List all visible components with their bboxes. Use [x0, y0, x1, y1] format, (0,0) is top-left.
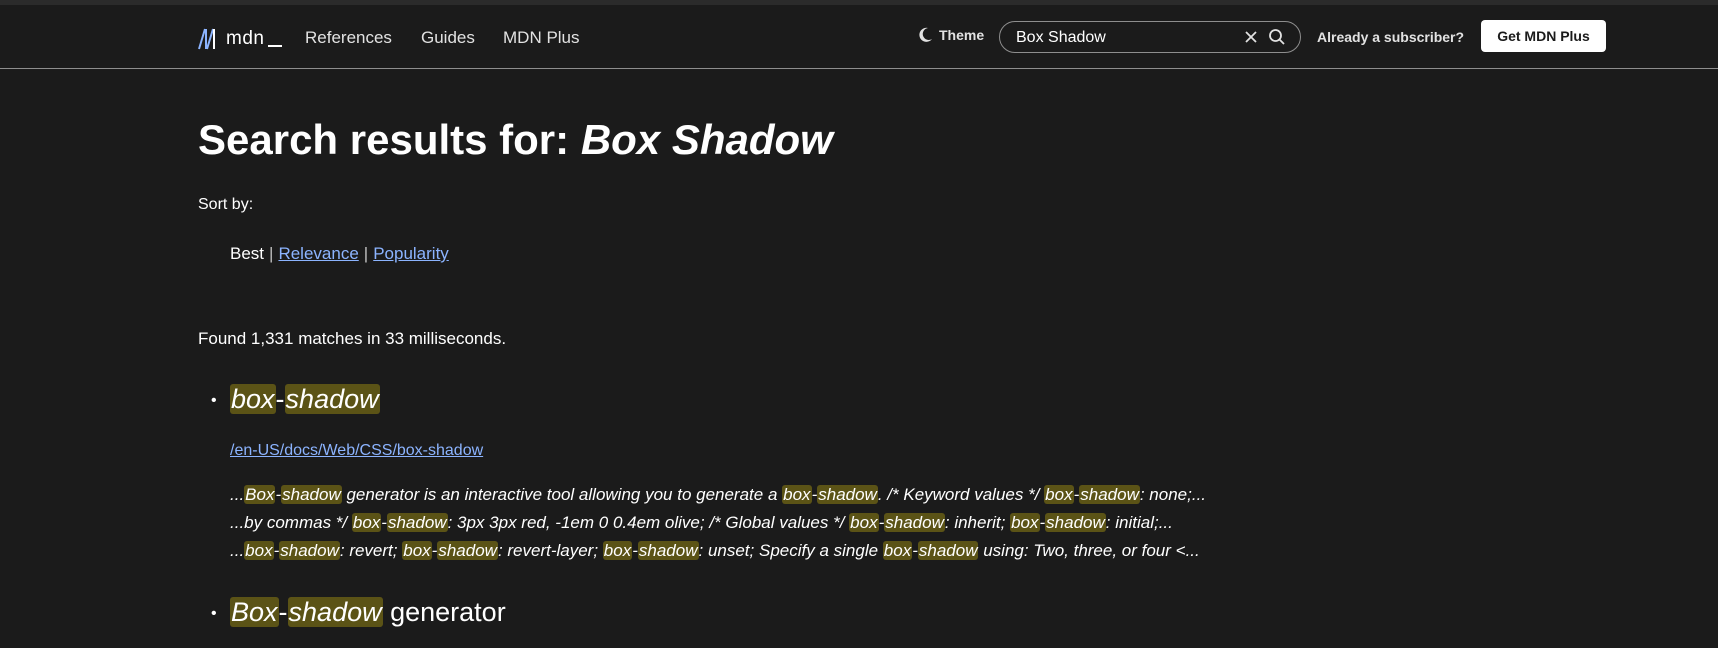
search-highlight: box: [230, 384, 276, 414]
search-highlight: shadow: [281, 485, 342, 504]
search-highlight: shadow: [917, 541, 979, 560]
search-highlight: box: [351, 513, 382, 532]
search-highlight: shadow: [637, 541, 699, 560]
text-run: ...: [230, 541, 245, 560]
moon-icon: [919, 27, 932, 42]
sort-separator: |: [363, 244, 369, 263]
search-highlight: shadow: [437, 541, 498, 560]
sort-options: Best | Relevance | Popularity: [230, 244, 449, 264]
logo-underscore: [268, 45, 283, 47]
result-url-link[interactable]: /en-US/docs/Web/CSS/box-shadow: [230, 442, 483, 460]
clear-icon[interactable]: [1243, 29, 1259, 45]
site-header: mdn References Guides MDN Plus Theme Alr…: [0, 5, 1718, 69]
nav-mdn-plus[interactable]: MDN Plus: [503, 28, 580, 48]
list-bullet: •: [211, 605, 217, 622]
search-input[interactable]: [1016, 28, 1236, 48]
search-highlight: Box: [244, 485, 276, 504]
result-title-link[interactable]: Box-shadow generator: [230, 597, 506, 628]
text-run: generator is an interactive tool allowin…: [341, 485, 783, 504]
search-highlight: box: [602, 541, 633, 560]
sort-relevance-link[interactable]: Relevance: [278, 244, 358, 263]
text-run: : revert;: [339, 541, 403, 560]
theme-label: Theme: [939, 27, 985, 43]
get-mdn-plus-button[interactable]: Get MDN Plus: [1481, 20, 1606, 52]
text-run: : inherit;: [944, 513, 1011, 532]
search-icon[interactable]: [1268, 28, 1286, 46]
mdn-logo[interactable]: mdn: [198, 25, 283, 53]
search-highlight: box: [1010, 513, 1040, 532]
already-subscriber-link[interactable]: Already a subscriber?: [1317, 29, 1464, 45]
text-run: : none;...: [1139, 485, 1207, 504]
search-highlight: box: [402, 541, 432, 560]
search-highlight: shadow: [386, 513, 448, 532]
text-run: -: [278, 597, 288, 627]
search-highlight: shadow: [287, 597, 383, 627]
result-title-link[interactable]: box-shadow: [230, 384, 380, 415]
search-highlight: box: [882, 541, 913, 560]
sort-separator: |: [269, 244, 274, 263]
search-highlight: shadow: [817, 485, 878, 504]
search-highlight: box: [1044, 485, 1074, 504]
search-highlight: shadow: [884, 513, 945, 532]
text-run: : 3px 3px red, -1em 0 0.4em olive; /* Gl…: [447, 513, 850, 532]
nav-references[interactable]: References: [305, 28, 392, 48]
search-highlight: box: [849, 513, 879, 532]
nav-guides[interactable]: Guides: [421, 28, 475, 48]
search-highlight: box: [782, 485, 812, 504]
mdn-logo-icon: [198, 28, 215, 50]
page-title: Search results for: Box Shadow: [198, 116, 833, 164]
logo-text: mdn: [226, 28, 265, 49]
search-highlight: Box: [230, 597, 279, 627]
text-run: : initial;...: [1105, 513, 1173, 532]
text-run: : unset; Specify a single: [698, 541, 883, 560]
search-box: [999, 21, 1301, 53]
search-query: Box Shadow: [580, 116, 833, 163]
list-bullet: •: [211, 392, 217, 409]
title-prefix: Search results for:: [198, 116, 581, 163]
sort-by-label: Sort by:: [198, 196, 254, 213]
search-highlight: shadow: [279, 541, 340, 560]
search-highlight: box: [244, 541, 274, 560]
search-highlight: shadow: [1045, 513, 1106, 532]
text-run: using: Two, three, or four <...: [978, 541, 1200, 560]
text-run: : revert-layer;: [497, 541, 603, 560]
sort-best: Best: [230, 244, 265, 263]
search-highlight: shadow: [1079, 485, 1140, 504]
text-run: generator: [382, 597, 506, 627]
result-snippet: ...Box-shadow generator is an interactiv…: [230, 485, 1206, 505]
sort-popularity-link[interactable]: Popularity: [373, 244, 449, 263]
text-run: ...by commas */: [230, 513, 352, 532]
search-highlight: shadow: [284, 384, 380, 414]
result-snippet: ...by commas */ box-shadow: 3px 3px red,…: [230, 513, 1173, 533]
found-count: Found 1,331 matches in 33 milliseconds.: [198, 329, 507, 348]
text-run: . /* Keyword values */: [877, 485, 1045, 504]
theme-toggle[interactable]: Theme: [918, 27, 984, 43]
text-run: -: [275, 384, 285, 414]
text-run: ...: [230, 485, 245, 504]
result-snippet: ...box-shadow: revert; box-shadow: rever…: [230, 541, 1200, 561]
